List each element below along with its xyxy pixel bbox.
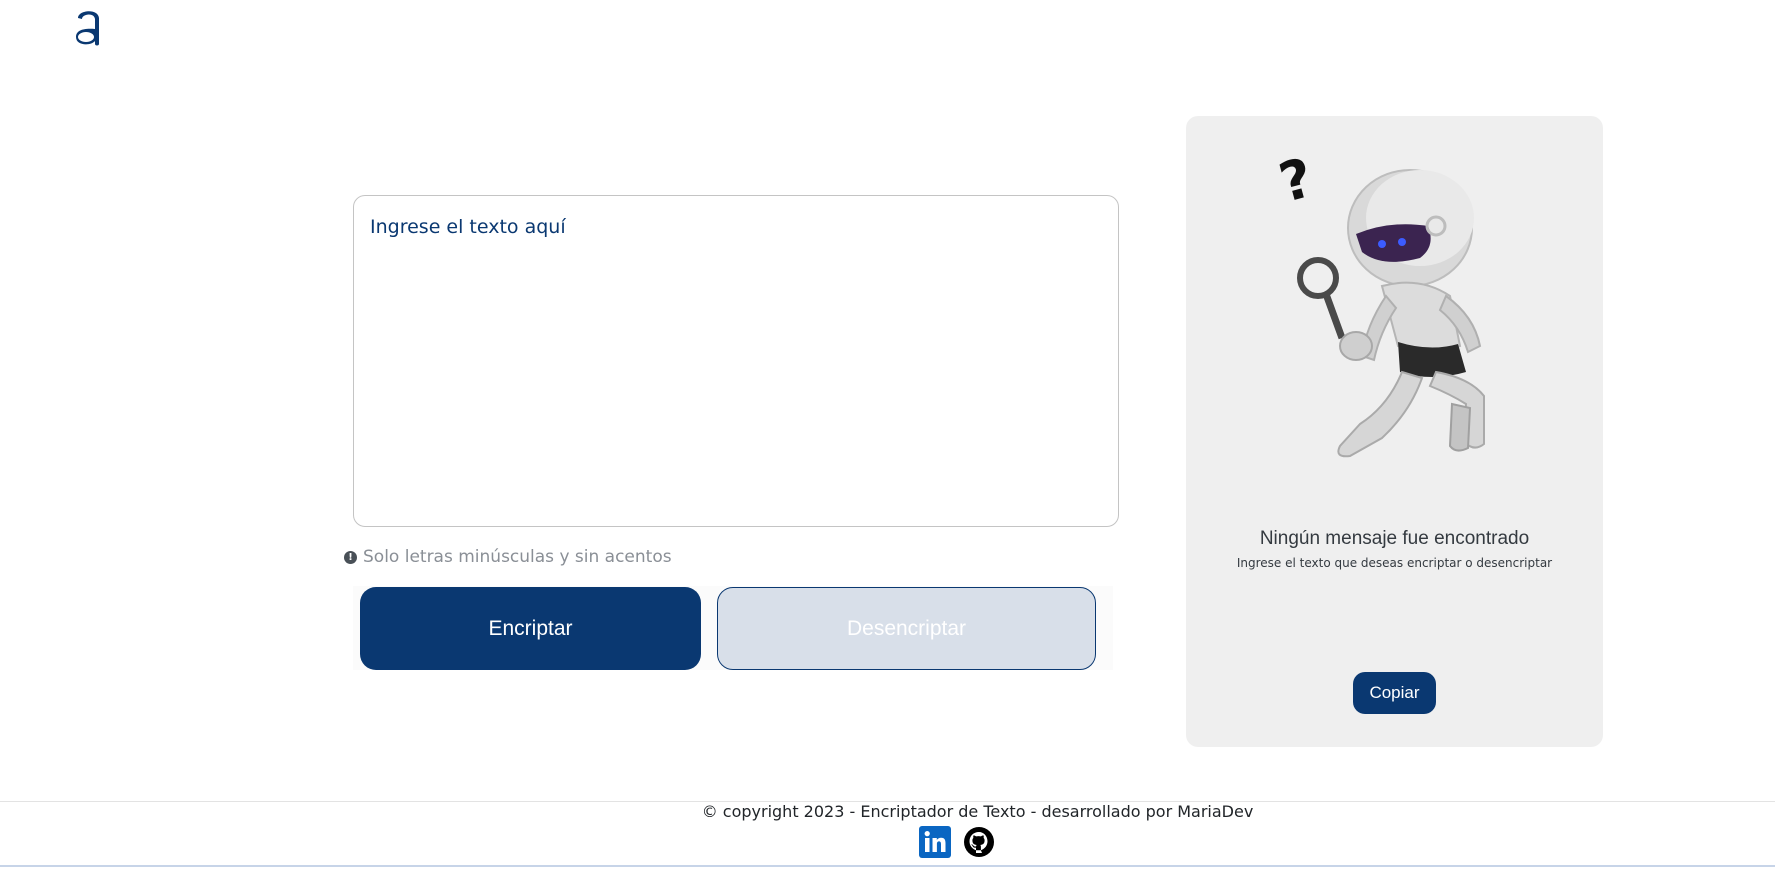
empty-message-subtitle: Ingrese el texto que deseas encriptar o … (1236, 556, 1553, 570)
empty-message-title: Ningún mensaje fue encontrado (1259, 528, 1530, 549)
copy-button[interactable]: Copiar (1353, 672, 1436, 714)
input-hint: ! Solo letras minúsculas y sin acentos (344, 546, 672, 568)
robot-with-magnifier-image: ? (1273, 146, 1485, 458)
encrypt-button[interactable]: Encriptar (360, 587, 701, 670)
decrypt-button[interactable]: Desencriptar (717, 587, 1096, 670)
github-icon[interactable] (963, 826, 995, 858)
alura-logo-icon[interactable] (70, 4, 106, 50)
footer-copyright: © copyright 2023 - Encriptador de Texto … (701, 802, 1254, 821)
exclamation-circle-icon: ! (344, 550, 357, 564)
linkedin-icon[interactable] (919, 826, 951, 858)
svg-text:?: ? (1273, 146, 1320, 215)
text-input-container (353, 195, 1119, 527)
bottom-border (0, 865, 1775, 867)
text-input[interactable] (354, 196, 1118, 526)
page: ! Solo letras minúsculas y sin acentos E… (0, 0, 1775, 869)
hint-text: Solo letras minúsculas y sin acentos (363, 547, 672, 567)
